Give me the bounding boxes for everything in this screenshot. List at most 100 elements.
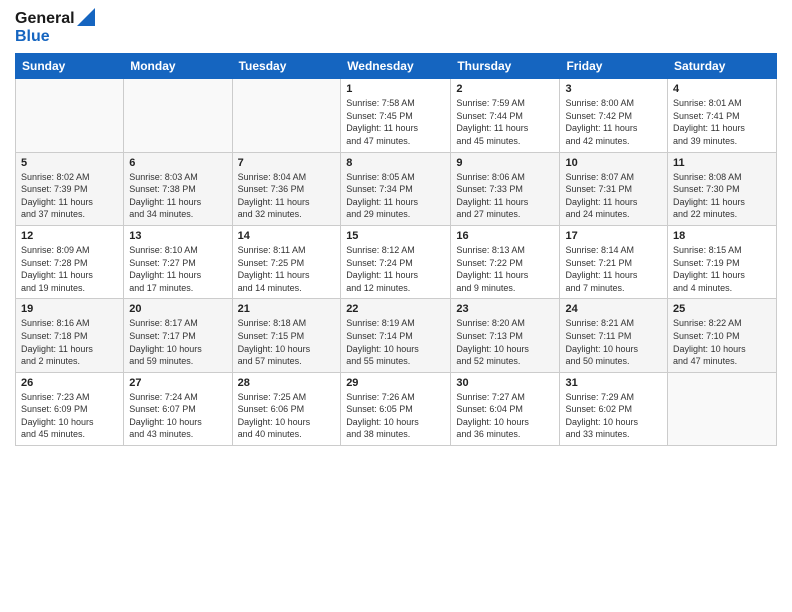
calendar-cell: 15 Sunrise: 8:12 AM Sunset: 7:24 PM Dayli…: [341, 225, 451, 298]
calendar-cell: 3 Sunrise: 8:00 AM Sunset: 7:42 PM Daylig…: [560, 79, 668, 152]
day-info: Sunrise: 7:27 AM Sunset: 6:04 PM Dayligh…: [456, 391, 554, 441]
calendar-table: SundayMondayTuesdayWednesdayThursdayFrid…: [15, 53, 777, 446]
calendar-cell: 19 Sunrise: 8:16 AM Sunset: 7:18 PM Dayli…: [16, 299, 124, 372]
day-info: Sunrise: 8:04 AM Sunset: 7:36 PM Dayligh…: [238, 171, 336, 221]
day-info: Sunrise: 7:58 AM Sunset: 7:45 PM Dayligh…: [346, 97, 445, 147]
weekday-header-wednesday: Wednesday: [341, 54, 451, 79]
calendar-cell: 22 Sunrise: 8:19 AM Sunset: 7:14 PM Dayli…: [341, 299, 451, 372]
calendar-cell: 23 Sunrise: 8:20 AM Sunset: 7:13 PM Dayli…: [451, 299, 560, 372]
day-info: Sunrise: 7:59 AM Sunset: 7:44 PM Dayligh…: [456, 97, 554, 147]
day-number: 24: [565, 303, 662, 315]
day-number: 9: [456, 157, 554, 169]
logo: General Blue: [15, 10, 95, 45]
calendar-cell: 18 Sunrise: 8:15 AM Sunset: 7:19 PM Dayli…: [668, 225, 777, 298]
calendar-cell: 8Sunrise: 8:05 AM Sunset: 7:34 PM Daylig…: [341, 152, 451, 225]
day-info: Sunrise: 8:11 AM Sunset: 7:25 PM Dayligh…: [238, 244, 336, 294]
day-number: 26: [21, 377, 118, 389]
day-number: 15: [346, 230, 445, 242]
calendar-cell: 26 Sunrise: 7:23 AM Sunset: 6:09 PM Dayli…: [16, 372, 124, 445]
calendar-cell: 27 Sunrise: 7:24 AM Sunset: 6:07 PM Dayli…: [124, 372, 232, 445]
day-info: Sunrise: 8:14 AM Sunset: 7:21 PM Dayligh…: [565, 244, 662, 294]
calendar-cell: 7 Sunrise: 8:04 AM Sunset: 7:36 PM Daylig…: [232, 152, 341, 225]
weekday-header-friday: Friday: [560, 54, 668, 79]
day-info: Sunrise: 8:20 AM Sunset: 7:13 PM Dayligh…: [456, 317, 554, 367]
day-number: 12: [21, 230, 118, 242]
day-number: 7: [238, 157, 336, 169]
logo-triangle-icon: [77, 8, 95, 26]
calendar-cell: 24 Sunrise: 8:21 AM Sunset: 7:11 PM Dayli…: [560, 299, 668, 372]
day-info: Sunrise: 8:09 AM Sunset: 7:28 PM Dayligh…: [21, 244, 118, 294]
calendar-cell: 2 Sunrise: 7:59 AM Sunset: 7:44 PM Daylig…: [451, 79, 560, 152]
day-info: Sunrise: 7:26 AM Sunset: 6:05 PM Dayligh…: [346, 391, 445, 441]
day-number: 27: [129, 377, 226, 389]
day-number: 8: [346, 157, 445, 169]
weekday-header-monday: Monday: [124, 54, 232, 79]
day-info: Sunrise: 7:23 AM Sunset: 6:09 PM Dayligh…: [21, 391, 118, 441]
day-number: 29: [346, 377, 445, 389]
calendar-cell: 4 Sunrise: 8:01 AM Sunset: 7:41 PM Daylig…: [668, 79, 777, 152]
calendar-week-row: 12 Sunrise: 8:09 AM Sunset: 7:28 PM Dayli…: [16, 225, 777, 298]
day-number: 22: [346, 303, 445, 315]
day-info: Sunrise: 8:22 AM Sunset: 7:10 PM Dayligh…: [673, 317, 771, 367]
day-info: Sunrise: 8:18 AM Sunset: 7:15 PM Dayligh…: [238, 317, 336, 367]
logo-blue-text: Blue: [15, 28, 95, 46]
day-info: Sunrise: 8:12 AM Sunset: 7:24 PM Dayligh…: [346, 244, 445, 294]
day-info: Sunrise: 8:06 AM Sunset: 7:33 PM Dayligh…: [456, 171, 554, 221]
calendar-cell: [16, 79, 124, 152]
calendar-cell: 1 Sunrise: 7:58 AM Sunset: 7:45 PM Daylig…: [341, 79, 451, 152]
calendar-cell: [232, 79, 341, 152]
day-number: 16: [456, 230, 554, 242]
calendar-cell: 25 Sunrise: 8:22 AM Sunset: 7:10 PM Dayli…: [668, 299, 777, 372]
calendar-cell: [668, 372, 777, 445]
day-info: Sunrise: 8:19 AM Sunset: 7:14 PM Dayligh…: [346, 317, 445, 367]
calendar-cell: 31Sunrise: 7:29 AM Sunset: 6:02 PM Dayli…: [560, 372, 668, 445]
day-number: 4: [673, 83, 771, 95]
day-number: 23: [456, 303, 554, 315]
calendar-cell: 5 Sunrise: 8:02 AM Sunset: 7:39 PM Daylig…: [16, 152, 124, 225]
day-info: Sunrise: 8:13 AM Sunset: 7:22 PM Dayligh…: [456, 244, 554, 294]
day-number: 28: [238, 377, 336, 389]
day-number: 19: [21, 303, 118, 315]
day-number: 25: [673, 303, 771, 315]
header: General Blue: [15, 10, 777, 45]
day-number: 5: [21, 157, 118, 169]
day-info: Sunrise: 8:16 AM Sunset: 7:18 PM Dayligh…: [21, 317, 118, 367]
calendar-cell: 20Sunrise: 8:17 AM Sunset: 7:17 PM Dayli…: [124, 299, 232, 372]
day-info: Sunrise: 8:01 AM Sunset: 7:41 PM Dayligh…: [673, 97, 771, 147]
day-number: 6: [129, 157, 226, 169]
day-number: 17: [565, 230, 662, 242]
day-info: Sunrise: 8:03 AM Sunset: 7:38 PM Dayligh…: [129, 171, 226, 221]
weekday-header-sunday: Sunday: [16, 54, 124, 79]
day-number: 10: [565, 157, 662, 169]
day-number: 20: [129, 303, 226, 315]
day-info: Sunrise: 7:24 AM Sunset: 6:07 PM Dayligh…: [129, 391, 226, 441]
calendar-week-row: 5 Sunrise: 8:02 AM Sunset: 7:39 PM Daylig…: [16, 152, 777, 225]
calendar-page: General Blue SundayMondayTuesdayWednesda…: [0, 0, 792, 612]
day-info: Sunrise: 8:15 AM Sunset: 7:19 PM Dayligh…: [673, 244, 771, 294]
day-number: 11: [673, 157, 771, 169]
day-number: 2: [456, 83, 554, 95]
day-info: Sunrise: 8:08 AM Sunset: 7:30 PM Dayligh…: [673, 171, 771, 221]
day-info: Sunrise: 8:00 AM Sunset: 7:42 PM Dayligh…: [565, 97, 662, 147]
calendar-week-row: 1 Sunrise: 7:58 AM Sunset: 7:45 PM Daylig…: [16, 79, 777, 152]
day-info: Sunrise: 8:07 AM Sunset: 7:31 PM Dayligh…: [565, 171, 662, 221]
calendar-cell: 10 Sunrise: 8:07 AM Sunset: 7:31 PM Dayli…: [560, 152, 668, 225]
day-number: 18: [673, 230, 771, 242]
calendar-cell: 28Sunrise: 7:25 AM Sunset: 6:06 PM Dayli…: [232, 372, 341, 445]
calendar-cell: 30Sunrise: 7:27 AM Sunset: 6:04 PM Dayli…: [451, 372, 560, 445]
day-info: Sunrise: 8:21 AM Sunset: 7:11 PM Dayligh…: [565, 317, 662, 367]
calendar-week-row: 19 Sunrise: 8:16 AM Sunset: 7:18 PM Dayli…: [16, 299, 777, 372]
calendar-cell: 17 Sunrise: 8:14 AM Sunset: 7:21 PM Dayli…: [560, 225, 668, 298]
calendar-cell: 9 Sunrise: 8:06 AM Sunset: 7:33 PM Daylig…: [451, 152, 560, 225]
day-info: Sunrise: 8:02 AM Sunset: 7:39 PM Dayligh…: [21, 171, 118, 221]
day-number: 3: [565, 83, 662, 95]
calendar-week-row: 26 Sunrise: 7:23 AM Sunset: 6:09 PM Dayli…: [16, 372, 777, 445]
day-number: 1: [346, 83, 445, 95]
calendar-cell: 21Sunrise: 8:18 AM Sunset: 7:15 PM Dayli…: [232, 299, 341, 372]
calendar-cell: 14Sunrise: 8:11 AM Sunset: 7:25 PM Dayli…: [232, 225, 341, 298]
calendar-cell: 12 Sunrise: 8:09 AM Sunset: 7:28 PM Dayli…: [16, 225, 124, 298]
calendar-cell: 13Sunrise: 8:10 AM Sunset: 7:27 PM Dayli…: [124, 225, 232, 298]
weekday-header-tuesday: Tuesday: [232, 54, 341, 79]
calendar-cell: 11 Sunrise: 8:08 AM Sunset: 7:30 PM Dayli…: [668, 152, 777, 225]
weekday-header-saturday: Saturday: [668, 54, 777, 79]
